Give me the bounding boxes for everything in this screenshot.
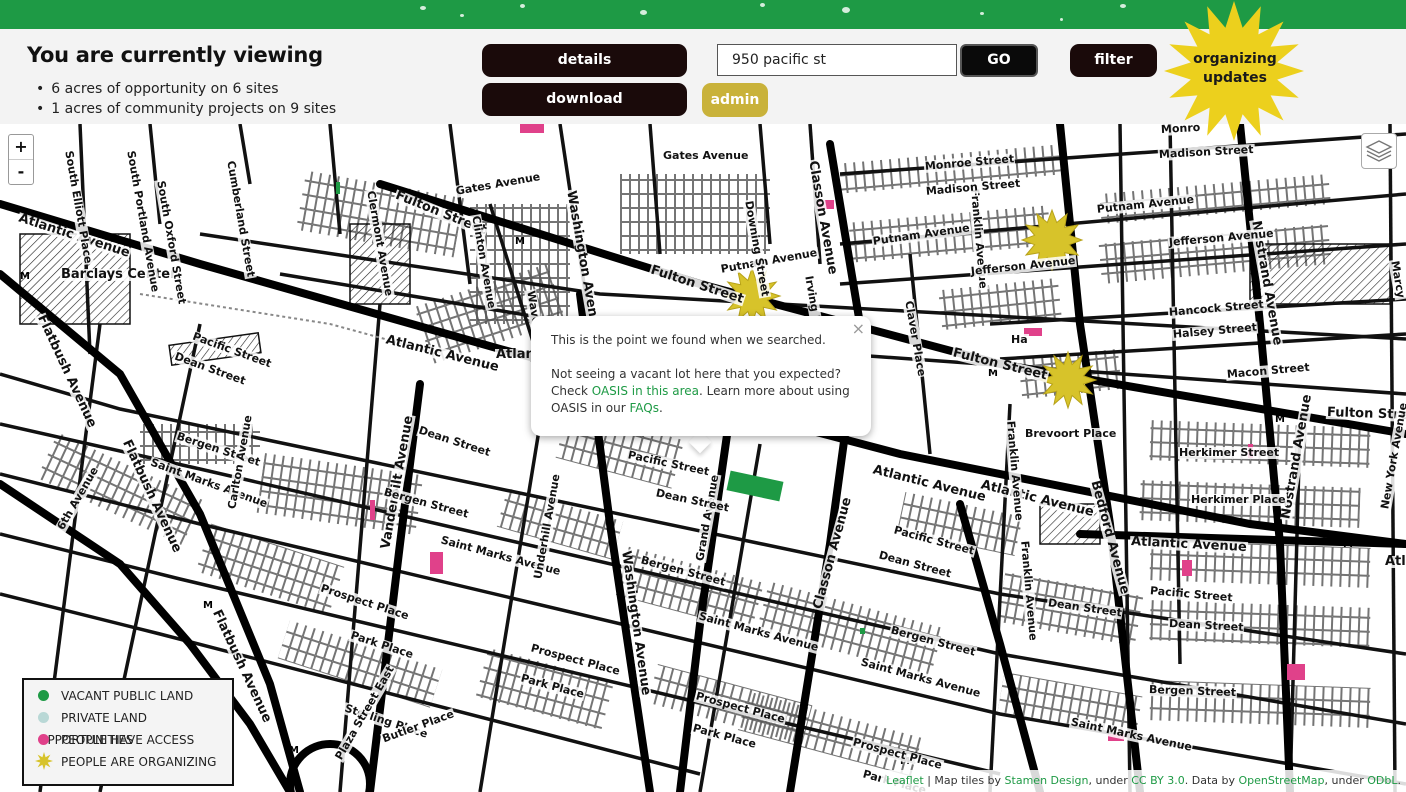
legend-dot-icon — [38, 734, 49, 745]
organizing-updates-label[interactable]: organizing updates — [1175, 50, 1295, 88]
map-legend: VACANT PUBLIC LAND PRIVATE LAND OPPORTUN… — [22, 678, 234, 786]
legend-dot-icon — [38, 712, 49, 723]
details-button[interactable]: details — [482, 44, 687, 77]
download-button[interactable]: download — [482, 83, 687, 116]
people-access-marker[interactable] — [1287, 664, 1305, 680]
stat-community-projects: 1 acres of community projects on 9 sites — [36, 99, 336, 119]
street-label-herkimer-street: Herkimer Street — [1178, 446, 1281, 459]
legend-item-vacant-public: VACANT PUBLIC LAND — [38, 685, 193, 707]
go-button[interactable]: GO — [960, 44, 1038, 77]
people-access-marker[interactable] — [370, 500, 375, 520]
subway-station-icon: M — [1275, 414, 1285, 425]
attribution-text: | Map tiles by — [923, 774, 1005, 787]
zoom-control: + - — [8, 134, 34, 185]
filter-button[interactable]: filter — [1070, 44, 1157, 77]
popup-found-text: This is the point we found when we searc… — [551, 333, 826, 347]
vacant-public-marker[interactable] — [336, 182, 340, 194]
legend-item-people-organizing: PEOPLE ARE ORGANIZING — [35, 751, 217, 773]
oasis-area-link[interactable]: OASIS in this area — [592, 384, 699, 398]
faqs-link[interactable]: FAQs — [629, 401, 659, 415]
street-label-brevoort-place: Brevoort Place — [1024, 427, 1118, 440]
odbl-link[interactable]: ODbL — [1367, 774, 1397, 787]
subway-station-icon: M — [1343, 539, 1353, 550]
vacant-public-marker[interactable] — [860, 628, 865, 634]
subway-station-icon: M — [515, 236, 525, 247]
osm-link[interactable]: OpenStreetMap — [1239, 774, 1325, 787]
people-access-marker[interactable] — [430, 552, 443, 574]
attribution-text: . — [1397, 774, 1402, 787]
building-block — [1149, 420, 1371, 468]
zoom-out-button[interactable]: - — [9, 160, 33, 184]
street-label-gates-avenue: Gates Avenue — [662, 149, 750, 162]
legend-label: VACANT PUBLIC LAND — [61, 689, 194, 703]
attribution-text: . Data by — [1184, 774, 1239, 787]
legend-item-people-access: PEOPLE HAVE ACCESS — [38, 729, 194, 751]
search-result-popup: × This is the point we found when we sea… — [531, 316, 871, 436]
legend-item-private-land: PRIVATE LAND OPPORTUNITIES — [38, 707, 232, 747]
street-label-harrison: Ha — [1010, 333, 1029, 346]
zoom-in-button[interactable]: + — [9, 135, 33, 160]
people-access-marker[interactable] — [1182, 560, 1192, 576]
street-label-atl-partial: Atla — [1384, 555, 1406, 568]
address-search-input[interactable]: 950 pacific st — [717, 44, 957, 76]
stat-opportunity: 6 acres of opportunity on 6 sites — [36, 79, 336, 99]
popup-close-button[interactable]: × — [852, 319, 865, 338]
subway-station-icon: M — [203, 600, 213, 611]
popup-help-suffix: . — [658, 401, 663, 415]
subway-station-icon: M — [289, 745, 299, 756]
attribution-text: , under — [1088, 774, 1132, 787]
ccby-link[interactable]: CC BY 3.0 — [1131, 774, 1185, 787]
admin-button[interactable]: admin — [702, 83, 768, 117]
map-attribution: Leaflet | Map tiles by Stamen Design, un… — [881, 770, 1406, 792]
stats-list: 6 acres of opportunity on 6 sites 1 acre… — [36, 79, 336, 119]
legend-dot-icon — [38, 690, 49, 701]
minor-street — [478, 423, 542, 792]
attribution-text: , under — [1324, 774, 1368, 787]
people-access-marker[interactable] — [520, 124, 544, 133]
viewing-title: You are currently viewing — [27, 43, 323, 67]
layers-control-button[interactable] — [1361, 133, 1397, 169]
street-label-herkimer-place: Herkimer Place — [1190, 493, 1287, 506]
popup-help-text: Not seeing a vacant lot here that you ex… — [551, 366, 851, 417]
legend-label: PEOPLE ARE ORGANIZING — [61, 755, 217, 769]
organizing-burst-icon — [35, 752, 53, 770]
legend-label: PEOPLE HAVE ACCESS — [61, 733, 195, 747]
subway-station-icon: M — [20, 271, 30, 282]
stamen-link[interactable]: Stamen Design — [1005, 774, 1089, 787]
minor-street — [238, 124, 252, 185]
map[interactable]: MMMMMMMM Atlantic AvenueAtlantic AvenueA… — [0, 124, 1406, 792]
layers-icon — [1365, 140, 1393, 162]
leaflet-link[interactable]: Leaflet — [886, 774, 923, 787]
